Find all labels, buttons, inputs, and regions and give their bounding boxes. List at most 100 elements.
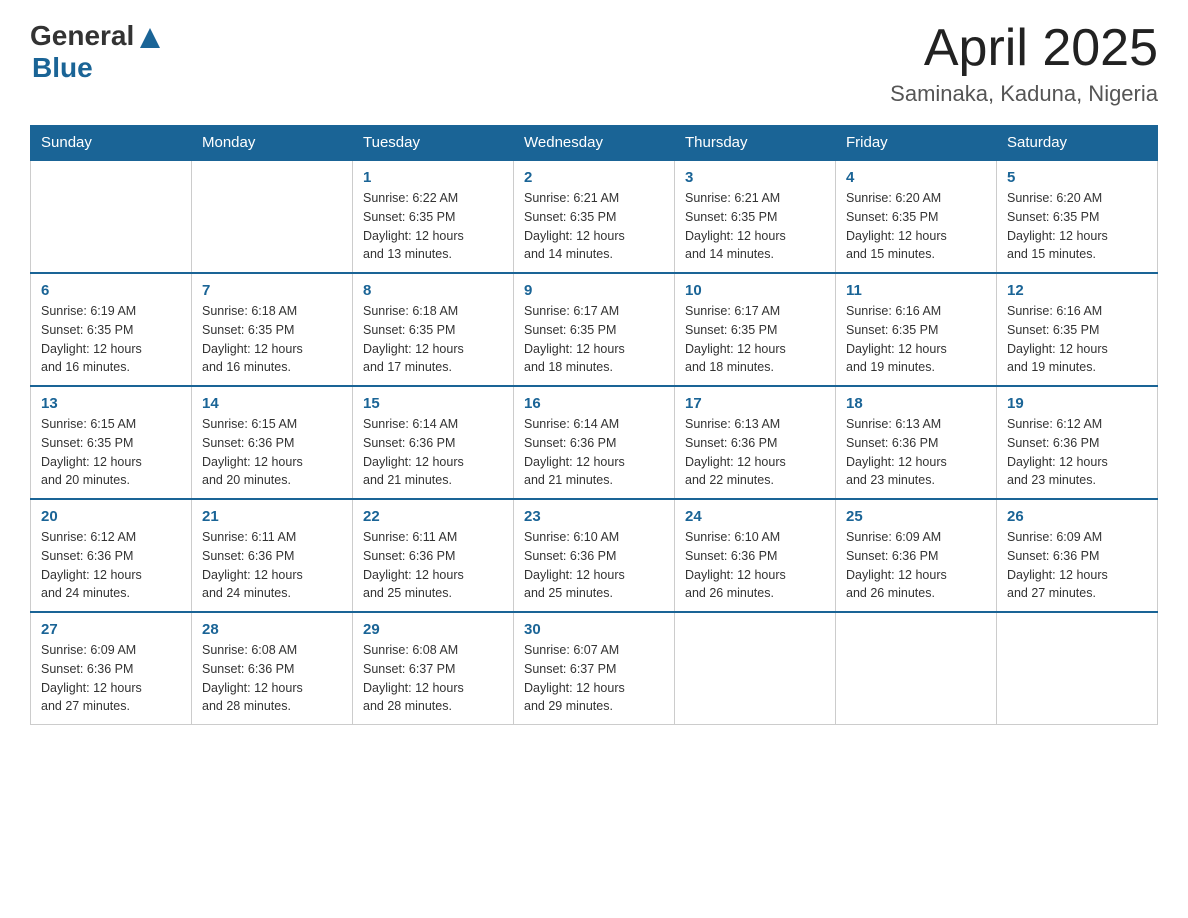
calendar-week-row: 20Sunrise: 6:12 AMSunset: 6:36 PMDayligh… <box>31 499 1158 612</box>
day-number: 9 <box>524 282 664 299</box>
day-number: 13 <box>41 395 181 412</box>
day-number: 2 <box>524 169 664 186</box>
weekday-header-tuesday: Tuesday <box>353 126 514 161</box>
day-info: Sunrise: 6:11 AMSunset: 6:36 PMDaylight:… <box>363 528 503 603</box>
day-info: Sunrise: 6:08 AMSunset: 6:37 PMDaylight:… <box>363 641 503 716</box>
day-info: Sunrise: 6:13 AMSunset: 6:36 PMDaylight:… <box>685 415 825 490</box>
day-info: Sunrise: 6:16 AMSunset: 6:35 PMDaylight:… <box>846 302 986 377</box>
day-number: 10 <box>685 282 825 299</box>
calendar-cell: 5 Sunrise: 6:20 AMSunset: 6:35 PMDaylight… <box>997 160 1158 273</box>
day-number: 4 <box>846 169 986 186</box>
calendar-cell: 11 Sunrise: 6:16 AMSunset: 6:35 PMDayligh… <box>836 273 997 386</box>
day-info: Sunrise: 6:13 AMSunset: 6:36 PMDaylight:… <box>846 415 986 490</box>
title-block: April 2025 Saminaka, Kaduna, Nigeria <box>890 20 1158 107</box>
calendar-week-row: 13 Sunrise: 6:15 AMSunset: 6:35 PMDayligh… <box>31 386 1158 499</box>
calendar-cell: 15 Sunrise: 6:14 AMSunset: 6:36 PMDayligh… <box>353 386 514 499</box>
calendar-body: 1 Sunrise: 6:22 AMSunset: 6:35 PMDaylight… <box>31 160 1158 725</box>
day-info: Sunrise: 6:18 AMSunset: 6:35 PMDaylight:… <box>363 302 503 377</box>
calendar-subtitle: Saminaka, Kaduna, Nigeria <box>890 81 1158 107</box>
day-info: Sunrise: 6:20 AMSunset: 6:35 PMDaylight:… <box>1007 189 1147 264</box>
calendar-cell: 4 Sunrise: 6:20 AMSunset: 6:35 PMDaylight… <box>836 160 997 273</box>
calendar-cell: 12Sunrise: 6:16 AMSunset: 6:35 PMDayligh… <box>997 273 1158 386</box>
calendar-cell: 25 Sunrise: 6:09 AMSunset: 6:36 PMDayligh… <box>836 499 997 612</box>
day-number: 27 <box>41 621 181 638</box>
calendar-title: April 2025 <box>890 20 1158 77</box>
page-header: General Blue April 2025 Saminaka, Kaduna… <box>30 20 1158 107</box>
day-info: Sunrise: 6:09 AMSunset: 6:36 PMDaylight:… <box>41 641 181 716</box>
calendar-cell: 20Sunrise: 6:12 AMSunset: 6:36 PMDayligh… <box>31 499 192 612</box>
calendar-cell: 14 Sunrise: 6:15 AMSunset: 6:36 PMDayligh… <box>192 386 353 499</box>
logo-blue-text: Blue <box>32 52 93 84</box>
day-number: 30 <box>524 621 664 638</box>
calendar-cell: 1 Sunrise: 6:22 AMSunset: 6:35 PMDaylight… <box>353 160 514 273</box>
weekday-header-saturday: Saturday <box>997 126 1158 161</box>
day-number: 24 <box>685 508 825 525</box>
day-number: 12 <box>1007 282 1147 299</box>
day-info: Sunrise: 6:22 AMSunset: 6:35 PMDaylight:… <box>363 189 503 264</box>
day-number: 18 <box>846 395 986 412</box>
day-info: Sunrise: 6:14 AMSunset: 6:36 PMDaylight:… <box>524 415 664 490</box>
day-number: 7 <box>202 282 342 299</box>
day-number: 15 <box>363 395 503 412</box>
day-info: Sunrise: 6:14 AMSunset: 6:36 PMDaylight:… <box>363 415 503 490</box>
day-info: Sunrise: 6:08 AMSunset: 6:36 PMDaylight:… <box>202 641 342 716</box>
day-number: 3 <box>685 169 825 186</box>
day-info: Sunrise: 6:07 AMSunset: 6:37 PMDaylight:… <box>524 641 664 716</box>
day-number: 16 <box>524 395 664 412</box>
day-number: 21 <box>202 508 342 525</box>
calendar-cell: 9 Sunrise: 6:17 AMSunset: 6:35 PMDaylight… <box>514 273 675 386</box>
day-number: 11 <box>846 282 986 299</box>
calendar-cell: 6Sunrise: 6:19 AMSunset: 6:35 PMDaylight… <box>31 273 192 386</box>
day-number: 17 <box>685 395 825 412</box>
calendar-cell: 26Sunrise: 6:09 AMSunset: 6:36 PMDayligh… <box>997 499 1158 612</box>
calendar-cell: 16 Sunrise: 6:14 AMSunset: 6:36 PMDayligh… <box>514 386 675 499</box>
calendar-week-row: 6Sunrise: 6:19 AMSunset: 6:35 PMDaylight… <box>31 273 1158 386</box>
logo: General Blue <box>30 20 164 84</box>
day-info: Sunrise: 6:18 AMSunset: 6:35 PMDaylight:… <box>202 302 342 377</box>
calendar-header: SundayMondayTuesdayWednesdayThursdayFrid… <box>31 126 1158 161</box>
calendar-cell: 24Sunrise: 6:10 AMSunset: 6:36 PMDayligh… <box>675 499 836 612</box>
day-number: 14 <box>202 395 342 412</box>
day-info: Sunrise: 6:17 AMSunset: 6:35 PMDaylight:… <box>685 302 825 377</box>
calendar-cell: 23Sunrise: 6:10 AMSunset: 6:36 PMDayligh… <box>514 499 675 612</box>
calendar-cell <box>675 612 836 725</box>
logo-triangle-icon <box>136 24 164 52</box>
weekday-header-thursday: Thursday <box>675 126 836 161</box>
calendar-cell: 10 Sunrise: 6:17 AMSunset: 6:35 PMDayligh… <box>675 273 836 386</box>
day-number: 1 <box>363 169 503 186</box>
weekday-header-friday: Friday <box>836 126 997 161</box>
day-number: 22 <box>363 508 503 525</box>
calendar-cell <box>836 612 997 725</box>
calendar-cell: 29Sunrise: 6:08 AMSunset: 6:37 PMDayligh… <box>353 612 514 725</box>
day-number: 5 <box>1007 169 1147 186</box>
day-info: Sunrise: 6:21 AMSunset: 6:35 PMDaylight:… <box>524 189 664 264</box>
calendar-week-row: 27 Sunrise: 6:09 AMSunset: 6:36 PMDayligh… <box>31 612 1158 725</box>
day-number: 20 <box>41 508 181 525</box>
day-info: Sunrise: 6:15 AMSunset: 6:35 PMDaylight:… <box>41 415 181 490</box>
day-number: 19 <box>1007 395 1147 412</box>
calendar-cell: 30 Sunrise: 6:07 AMSunset: 6:37 PMDayligh… <box>514 612 675 725</box>
calendar-cell: 2 Sunrise: 6:21 AMSunset: 6:35 PMDaylight… <box>514 160 675 273</box>
day-info: Sunrise: 6:21 AMSunset: 6:35 PMDaylight:… <box>685 189 825 264</box>
day-info: Sunrise: 6:11 AMSunset: 6:36 PMDaylight:… <box>202 528 342 603</box>
logo-general-text: General <box>30 20 134 52</box>
weekday-header-monday: Monday <box>192 126 353 161</box>
day-info: Sunrise: 6:20 AMSunset: 6:35 PMDaylight:… <box>846 189 986 264</box>
calendar-week-row: 1 Sunrise: 6:22 AMSunset: 6:35 PMDaylight… <box>31 160 1158 273</box>
day-number: 8 <box>363 282 503 299</box>
calendar-cell: 21 Sunrise: 6:11 AMSunset: 6:36 PMDayligh… <box>192 499 353 612</box>
day-number: 25 <box>846 508 986 525</box>
calendar-cell: 18 Sunrise: 6:13 AMSunset: 6:36 PMDayligh… <box>836 386 997 499</box>
day-info: Sunrise: 6:09 AMSunset: 6:36 PMDaylight:… <box>1007 528 1147 603</box>
day-info: Sunrise: 6:09 AMSunset: 6:36 PMDaylight:… <box>846 528 986 603</box>
day-number: 23 <box>524 508 664 525</box>
calendar-cell: 17 Sunrise: 6:13 AMSunset: 6:36 PMDayligh… <box>675 386 836 499</box>
calendar-cell: 19 Sunrise: 6:12 AMSunset: 6:36 PMDayligh… <box>997 386 1158 499</box>
weekday-header-row: SundayMondayTuesdayWednesdayThursdayFrid… <box>31 126 1158 161</box>
weekday-header-wednesday: Wednesday <box>514 126 675 161</box>
day-info: Sunrise: 6:15 AMSunset: 6:36 PMDaylight:… <box>202 415 342 490</box>
calendar-cell: 28Sunrise: 6:08 AMSunset: 6:36 PMDayligh… <box>192 612 353 725</box>
calendar-cell: 13 Sunrise: 6:15 AMSunset: 6:35 PMDayligh… <box>31 386 192 499</box>
day-info: Sunrise: 6:12 AMSunset: 6:36 PMDaylight:… <box>1007 415 1147 490</box>
day-info: Sunrise: 6:17 AMSunset: 6:35 PMDaylight:… <box>524 302 664 377</box>
